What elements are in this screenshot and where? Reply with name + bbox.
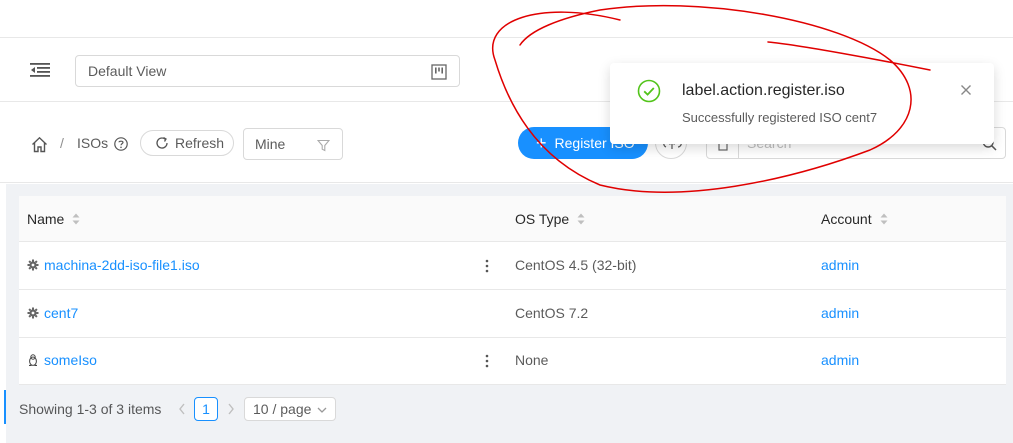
account-link[interactable]: admin: [821, 352, 859, 368]
home-icon[interactable]: [31, 136, 48, 153]
os-type-cell: CentOS 4.5 (32-bit): [515, 257, 637, 273]
sort-icon: [577, 213, 585, 225]
refresh-button[interactable]: Refresh: [140, 130, 234, 156]
chevron-left-icon[interactable]: [177, 402, 187, 416]
chevron-down-icon: [317, 407, 327, 413]
page-number[interactable]: 1: [194, 397, 218, 421]
filter-icon: [317, 139, 330, 152]
sort-icon: [880, 213, 888, 225]
question-circle-icon[interactable]: [114, 137, 128, 151]
breadcrumb-separator: /: [60, 135, 64, 151]
table-row: machina-2dd-iso-file1.iso CentOS 4.5 (32…: [19, 243, 1006, 290]
account-link[interactable]: admin: [821, 305, 859, 321]
plus-icon: +: [536, 133, 547, 153]
view-select[interactable]: Default View: [75, 55, 460, 87]
page-size-select[interactable]: 10 / page: [244, 397, 336, 421]
table-row: cent7 CentOS 7.2 admin: [19, 291, 1006, 338]
notification-description: Successfully registered ISO cent7: [682, 110, 878, 125]
iso-name-link[interactable]: machina-2dd-iso-file1.iso: [44, 257, 200, 273]
kanban-icon: [431, 64, 447, 80]
gear-icon: [27, 259, 39, 271]
gear-icon: [27, 307, 39, 319]
view-select-value: Default View: [88, 63, 167, 79]
account-link[interactable]: admin: [821, 257, 859, 273]
refresh-label: Refresh: [175, 135, 225, 151]
filter-select-value: Mine: [255, 136, 286, 152]
top-strip: [0, 0, 1013, 38]
table-header: Name OS Type Account: [19, 196, 1006, 242]
more-actions-icon[interactable]: [481, 352, 493, 370]
success-notification: label.action.register.iso Successfully r…: [610, 63, 994, 144]
sort-icon: [72, 213, 80, 225]
linux-icon: [29, 354, 37, 366]
column-label: Name: [27, 211, 65, 227]
pagination-total: Showing 1-3 of 3 items: [19, 401, 162, 417]
pagination: Showing 1-3 of 3 items 1 10 / page: [19, 397, 419, 421]
column-header-account[interactable]: Account: [821, 211, 888, 227]
column-label: Account: [821, 211, 872, 227]
os-type-cell: CentOS 7.2: [515, 305, 589, 321]
reload-icon: [156, 136, 168, 149]
active-indicator: [4, 390, 6, 424]
os-type-cell: None: [515, 352, 549, 368]
column-label: OS Type: [515, 211, 570, 227]
close-icon[interactable]: [960, 84, 972, 96]
more-actions-icon[interactable]: [481, 257, 493, 275]
column-header-os-type[interactable]: OS Type: [515, 211, 585, 227]
page-size-value: 10 / page: [253, 401, 312, 417]
iso-name-link[interactable]: someIso: [44, 352, 97, 368]
table-row: someIso None admin: [19, 338, 1006, 385]
iso-table: Name OS Type Account machina-2dd-iso-fil…: [19, 196, 1006, 385]
chevron-right-icon[interactable]: [226, 402, 236, 416]
iso-name-link[interactable]: cent7: [44, 305, 78, 321]
filter-select[interactable]: Mine: [243, 128, 343, 160]
column-header-name[interactable]: Name: [27, 211, 80, 227]
notification-title: label.action.register.iso: [682, 82, 845, 99]
menu-fold-icon[interactable]: [30, 62, 50, 78]
breadcrumb-current: ISOs: [77, 135, 109, 151]
check-circle-icon: [637, 79, 661, 103]
